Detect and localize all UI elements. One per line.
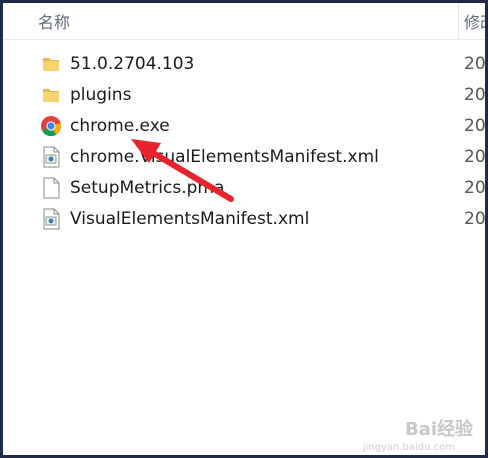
file-name: plugins (70, 85, 132, 105)
baidu-watermark: Bai经验 (404, 419, 473, 440)
file-row-chrome-manifest[interactable]: chrome.VisualElementsManifest.xml 20 (3, 142, 485, 173)
file-date: 20 (464, 54, 486, 74)
file-name: chrome.exe (70, 116, 170, 136)
file-row-visual-manifest[interactable]: VisualElementsManifest.xml 20 (3, 204, 485, 235)
file-row-chrome-exe[interactable]: chrome.exe 20 (3, 111, 485, 142)
file-date: 20 (464, 147, 486, 167)
modified-column-header[interactable]: 修改 (464, 9, 485, 33)
file-date: 20 (464, 85, 486, 105)
name-column-header[interactable]: 名称 (38, 9, 70, 33)
chrome-icon (40, 115, 62, 137)
file-row-setup-metrics[interactable]: SetupMetrics.pma 20 (3, 173, 485, 204)
folder-icon (40, 84, 62, 106)
file-row-version-folder[interactable]: 51.0.2704.103 20 (3, 49, 485, 80)
file-name: VisualElementsManifest.xml (70, 209, 310, 229)
folder-icon (40, 53, 62, 75)
blank-file-icon (40, 177, 62, 199)
file-row-plugins-folder[interactable]: plugins 20 (3, 80, 485, 111)
file-name: chrome.VisualElementsManifest.xml (70, 147, 379, 167)
file-name: SetupMetrics.pma (70, 178, 225, 198)
baidu-watermark-url: jingyan.baidu.com (362, 442, 455, 453)
file-name: 51.0.2704.103 (70, 54, 195, 74)
xml-file-icon (40, 146, 62, 168)
file-list: 51.0.2704.103 20 plugins 20 chrome.exe 2… (3, 49, 485, 235)
file-date: 20 (464, 209, 486, 229)
column-header: 名称 修改 (3, 3, 485, 40)
file-date: 20 (464, 116, 486, 136)
explorer-window: 名称 修改 51.0.2704.103 20 plugins 20 (0, 0, 488, 458)
column-divider[interactable] (458, 3, 459, 39)
file-date: 20 (464, 178, 486, 198)
xml-file-icon (40, 208, 62, 230)
